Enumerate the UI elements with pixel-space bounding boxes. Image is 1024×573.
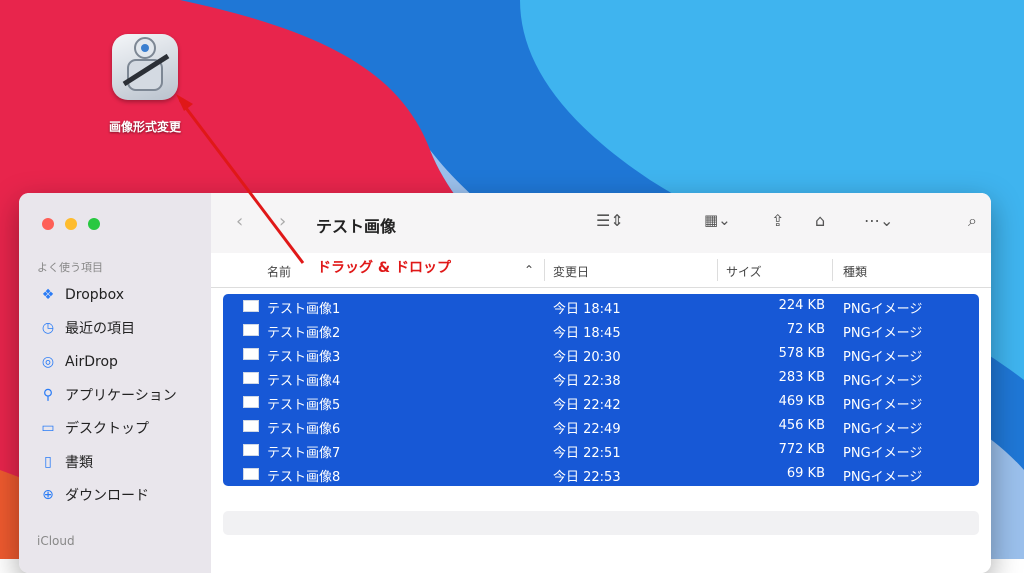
desktop-app-automator[interactable]: 画像形式変更: [100, 34, 190, 135]
airdrop-icon: ◎: [41, 354, 55, 370]
share-icon[interactable]: ⇪: [771, 211, 784, 230]
sidebar-item-airdrop[interactable]: ◎ AirDrop: [37, 350, 118, 374]
table-row[interactable]: テスト画像3 今日 20:30 578 KB PNGイメージ: [223, 342, 979, 366]
sidebar-item-dropbox[interactable]: ❖ Dropbox: [37, 283, 124, 307]
sidebar-item-label: 書類: [65, 455, 93, 471]
main-pane: ‹ › テスト画像 ☰⇕ ▦⌄ ⇪ ⌂ ⋯⌄ ⌕ 名前 ⌃ 変更日 サイズ 種類…: [211, 193, 991, 573]
png-file-icon: [243, 300, 259, 312]
desktop-icon: ▭: [41, 420, 55, 436]
png-file-icon: [243, 444, 259, 456]
finder-window: よく使う項目 ❖ Dropbox ◷ 最近の項目 ◎ AirDrop ⚲ アプリ…: [19, 193, 991, 573]
column-name[interactable]: 名前: [267, 263, 291, 280]
dropbox-icon: ❖: [41, 287, 55, 303]
file-list: テスト画像1 今日 18:41 224 KB PNGイメージ テスト画像2 今日…: [223, 294, 979, 486]
tag-icon[interactable]: ⌂: [815, 211, 825, 230]
table-row[interactable]: テスト画像5 今日 22:42 469 KB PNGイメージ: [223, 390, 979, 414]
sort-ascending-icon[interactable]: ⌃: [524, 263, 534, 277]
sidebar-item-label: Dropbox: [65, 287, 124, 303]
png-file-icon: [243, 324, 259, 336]
drag-drop-annotation: ドラッグ & ドロップ: [317, 260, 451, 276]
sidebar-item-recents[interactable]: ◷ 最近の項目: [37, 316, 135, 340]
back-chevron-icon[interactable]: ‹: [236, 211, 243, 232]
zoom-button[interactable]: [88, 218, 100, 230]
sidebar-item-downloads[interactable]: ⊕ ダウンロード: [37, 483, 149, 507]
download-icon: ⊕: [42, 487, 54, 503]
table-row[interactable]: テスト画像6 今日 22:49 456 KB PNGイメージ: [223, 414, 979, 438]
minimize-button[interactable]: [65, 218, 77, 230]
forward-chevron-icon[interactable]: ›: [279, 211, 286, 232]
more-actions-icon[interactable]: ⋯⌄: [864, 211, 893, 230]
sidebar-item-label: ダウンロード: [65, 488, 149, 504]
sidebar-item-desktop[interactable]: ▭ デスクトップ: [37, 416, 149, 440]
window-title: テスト画像: [316, 217, 397, 236]
png-file-icon: [243, 468, 259, 480]
sidebar-item-label: AirDrop: [65, 354, 118, 370]
sidebar-item-label: デスクトップ: [65, 421, 149, 437]
app-label: 画像形式変更: [108, 120, 181, 134]
sidebar-item-applications[interactable]: ⚲ アプリケーション: [37, 383, 177, 407]
empty-list-row: [223, 511, 979, 535]
sidebar-item-documents[interactable]: ▯ 書類: [37, 450, 93, 474]
table-row[interactable]: テスト画像8 今日 22:53 69 KB PNGイメージ: [223, 462, 979, 486]
close-button[interactable]: [42, 218, 54, 230]
png-file-icon: [243, 348, 259, 360]
table-row[interactable]: テスト画像1 今日 18:41 224 KB PNGイメージ: [223, 294, 979, 318]
column-date[interactable]: 変更日: [553, 263, 589, 280]
png-file-icon: [243, 420, 259, 432]
automator-robot-icon: [112, 34, 178, 100]
png-file-icon: [243, 372, 259, 384]
search-icon[interactable]: ⌕: [968, 211, 977, 231]
png-file-icon: [243, 396, 259, 408]
clock-icon: ◷: [41, 320, 55, 336]
sidebar-header-icloud: iCloud: [37, 534, 75, 548]
toolbar: ‹ › テスト画像 ☰⇕ ▦⌄ ⇪ ⌂ ⋯⌄ ⌕: [211, 193, 991, 253]
list-view-icon[interactable]: ☰⇕: [596, 211, 624, 230]
sidebar-item-label: アプリケーション: [65, 388, 177, 404]
column-kind[interactable]: 種類: [843, 263, 867, 280]
sidebar-item-label: 最近の項目: [65, 321, 135, 337]
column-size[interactable]: サイズ: [726, 263, 762, 280]
sidebar: よく使う項目 ❖ Dropbox ◷ 最近の項目 ◎ AirDrop ⚲ アプリ…: [19, 193, 211, 573]
table-row[interactable]: テスト画像2 今日 18:45 72 KB PNGイメージ: [223, 318, 979, 342]
sidebar-header-favorites: よく使う項目: [37, 261, 103, 274]
table-row[interactable]: テスト画像7 今日 22:51 772 KB PNGイメージ: [223, 438, 979, 462]
document-icon: ▯: [44, 454, 52, 470]
group-icon[interactable]: ▦⌄: [704, 211, 731, 229]
table-row[interactable]: テスト画像4 今日 22:38 283 KB PNGイメージ: [223, 366, 979, 390]
applications-icon: ⚲: [42, 387, 54, 403]
